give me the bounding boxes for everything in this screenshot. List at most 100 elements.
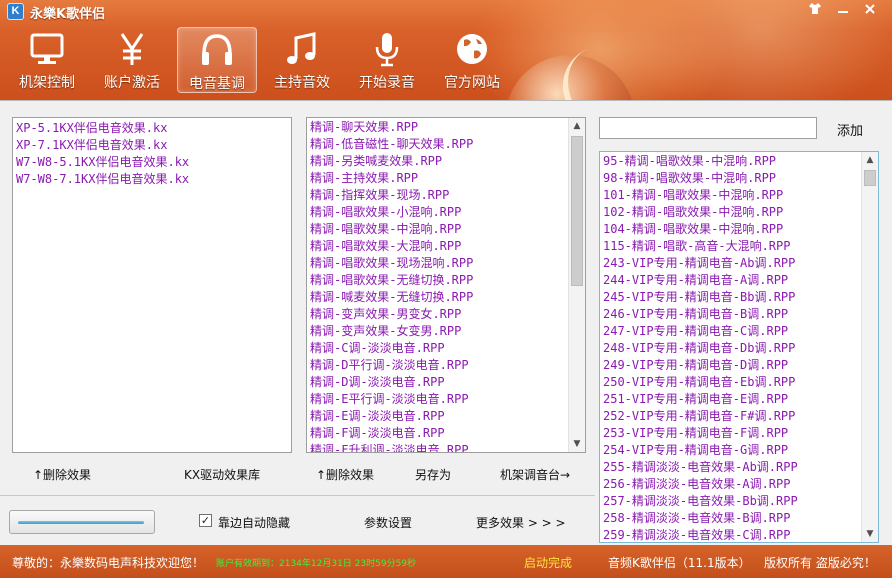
list-item[interactable]: 精调-D平行调-淡淡电音.RPP [307,357,585,374]
account-expiry-text: 账户有效期到：2134年12月31日 23时59分59秒 [216,559,417,569]
rack-console-button[interactable]: 机架调音台→ [500,466,570,483]
list-item[interactable]: 246-VIP专用-精调电音-B调.RPP [600,306,878,323]
divider [0,495,595,496]
list-item[interactable]: 精调-喊麦效果-无缝切换.RPP [307,289,585,306]
title-bar: K 永樂K歌伴侣 [0,0,892,24]
microphone-icon [375,33,399,67]
list-item[interactable]: 精调-E调-淡淡电音.RPP [307,408,585,425]
list-item[interactable]: 精调-另类喊麦效果.RPP [307,153,585,170]
add-button[interactable]: 添加 [837,120,863,139]
list-item[interactable]: 精调-唱歌效果-大混响.RPP [307,238,585,255]
save-as-button[interactable]: 另存为 [415,466,451,483]
list-item[interactable]: 102-精调-唱歌效果-中混响.RPP [600,204,878,221]
list-item[interactable]: 精调-C调-淡淡电音.RPP [307,340,585,357]
list-item[interactable]: 253-VIP专用-精调电音-F调.RPP [600,425,878,442]
list-item[interactable]: 精调-E平行调-淡淡电音.RPP [307,391,585,408]
close-icon[interactable] [860,2,880,20]
list-item[interactable]: 104-精调-唱歌效果-中混响.RPP [600,221,878,238]
headphones-icon [202,34,232,65]
list-item[interactable]: 95-精调-唱歌效果-中混响.RPP [600,153,878,170]
app-logo-icon: K [7,3,24,20]
vertical-scrollbar[interactable]: ▲ ▼ [861,152,878,542]
list-item[interactable]: 254-VIP专用-精调电音-G调.RPP [600,442,878,459]
tone-presets-list[interactable]: 精调-聊天效果.RPP 精调-低音磁性-聊天效果.RPP 精调-另类喊麦效果.R… [306,117,586,453]
list-item[interactable]: 250-VIP专用-精调电音-Eb调.RPP [600,374,878,391]
list-item[interactable]: 精调-变声效果-女变男.RPP [307,323,585,340]
tab-label: 机架控制 [19,75,75,91]
list-item[interactable]: 258-精调淡淡-电音效果-B调.RPP [600,510,878,527]
list-item[interactable]: 精调-低音磁性-聊天效果.RPP [307,136,585,153]
list-item[interactable]: XP-5.1KX伴侣电音效果.kx [13,120,291,137]
list-item[interactable]: 精调-F升利调-淡淡电音.RPP [307,442,585,452]
vertical-scrollbar[interactable]: ▲ ▼ [568,118,585,452]
progress-bar [9,510,155,534]
yen-icon [120,33,144,65]
status-bar: 尊敬的：永樂数码电声科技欢迎您！ 账户有效期到：2134年12月31日 23时5… [0,545,892,578]
tab-account-activation[interactable]: 账户激活 [92,27,172,93]
list-item[interactable]: 248-VIP专用-精调电音-Db调.RPP [600,340,878,357]
kx-effects-list[interactable]: XP-5.1KX伴侣电音效果.kx XP-7.1KX伴侣电音效果.kx W7-W… [12,117,292,453]
list-item[interactable]: 精调-唱歌效果-现场混响.RPP [307,255,585,272]
list-item[interactable]: 259-精调淡淡-电音效果-C调.RPP [600,527,878,542]
list-item[interactable]: 精调-主持效果.RPP [307,170,585,187]
params-settings-button[interactable]: 参数设置 [364,514,412,531]
progress-fill [18,521,144,524]
more-effects-button[interactable]: 更多效果 > > > [476,514,566,531]
globe-icon [457,34,487,64]
list-item[interactable]: 243-VIP专用-精调电音-Ab调.RPP [600,255,878,272]
list-item[interactable]: 249-VIP专用-精调电音-D调.RPP [600,357,878,374]
list-item[interactable]: 245-VIP专用-精调电音-Bb调.RPP [600,289,878,306]
list-item[interactable]: 255-精调淡淡-电音效果-Ab调.RPP [600,459,878,476]
tab-label: 电音基调 [189,76,245,92]
window-title: 永樂K歌伴侣 [30,7,106,22]
minimize-icon[interactable] [833,2,853,20]
scroll-up-arrow-icon[interactable]: ▲ [569,118,585,134]
launch-status-text: 启动完成 [524,556,573,570]
tab-official-website[interactable]: 官方网站 [432,27,512,93]
autohide-checkbox[interactable]: ✓ [199,514,212,527]
kx-driver-library-button[interactable]: KX驱动效果库 [184,466,260,483]
list-item[interactable]: 精调-变声效果-男变女.RPP [307,306,585,323]
saved-presets-list[interactable]: 95-精调-唱歌效果-中混响.RPP 98-精调-唱歌效果-中混响.RPP 10… [599,151,879,543]
tab-rack-control[interactable]: 机架控制 [7,27,87,93]
skin-shirt-icon[interactable] [805,2,825,20]
list-item[interactable]: 257-精调淡淡-电音效果-Bb调.RPP [600,493,878,510]
music-note-icon [287,32,316,64]
monitor-icon [30,33,64,64]
tab-start-recording[interactable]: 开始录音 [347,27,427,93]
list-item[interactable]: 251-VIP专用-精调电音-E调.RPP [600,391,878,408]
scroll-down-arrow-icon[interactable]: ▼ [569,436,585,452]
list-item[interactable]: 101-精调-唱歌效果-中混响.RPP [600,187,878,204]
tab-electro-tone[interactable]: 电音基调 [177,27,257,93]
preset-name-input[interactable] [599,117,817,139]
list-item[interactable]: 精调-唱歌效果-小混响.RPP [307,204,585,221]
scroll-down-arrow-icon[interactable]: ▼ [862,526,878,542]
scroll-thumb[interactable] [571,136,583,286]
copyright-text: 版权所有 盗版必究！ [764,556,876,570]
list-item[interactable]: 98-精调-唱歌效果-中混响.RPP [600,170,878,187]
list-item[interactable]: 244-VIP专用-精调电音-A调.RPP [600,272,878,289]
list-item[interactable]: 115-精调-唱歌-高音-大混响.RPP [600,238,878,255]
list-item[interactable]: 精调-唱歌效果-无缝切换.RPP [307,272,585,289]
list-item[interactable]: W7-W8-5.1KX伴侣电音效果.kx [13,154,291,171]
tab-label: 开始录音 [359,75,415,91]
tab-label: 账户激活 [104,75,160,91]
list-item[interactable]: XP-7.1KX伴侣电音效果.kx [13,137,291,154]
list-item[interactable]: 精调-F调-淡淡电音.RPP [307,425,585,442]
list-item[interactable]: 精调-指挥效果-现场.RPP [307,187,585,204]
list-item[interactable]: 252-VIP专用-精调电音-F#调.RPP [600,408,878,425]
list-item[interactable]: 247-VIP专用-精调电音-C调.RPP [600,323,878,340]
main-panel: XP-5.1KX伴侣电音效果.kx XP-7.1KX伴侣电音效果.kx W7-W… [0,100,892,545]
list-item[interactable]: 精调-D调-淡淡电音.RPP [307,374,585,391]
delete-effect-button[interactable]: ↑删除效果 [33,466,91,483]
list-item[interactable]: 精调-唱歌效果-中混响.RPP [307,221,585,238]
list-item[interactable]: 精调-聊天效果.RPP [307,119,585,136]
scroll-thumb[interactable] [864,170,876,186]
version-text: 音频K歌伴侣（11.1版本） [608,556,751,570]
tab-host-effects[interactable]: 主持音效 [262,27,342,93]
scroll-up-arrow-icon[interactable]: ▲ [862,152,878,168]
header: K 永樂K歌伴侣 机架控制 账户激活 电音基调 主持音效 开始录音 官方网站 [0,0,892,100]
delete-preset-button[interactable]: ↑删除效果 [316,466,374,483]
list-item[interactable]: 256-精调淡淡-电音效果-A调.RPP [600,476,878,493]
list-item[interactable]: W7-W8-7.1KX伴侣电音效果.kx [13,171,291,188]
